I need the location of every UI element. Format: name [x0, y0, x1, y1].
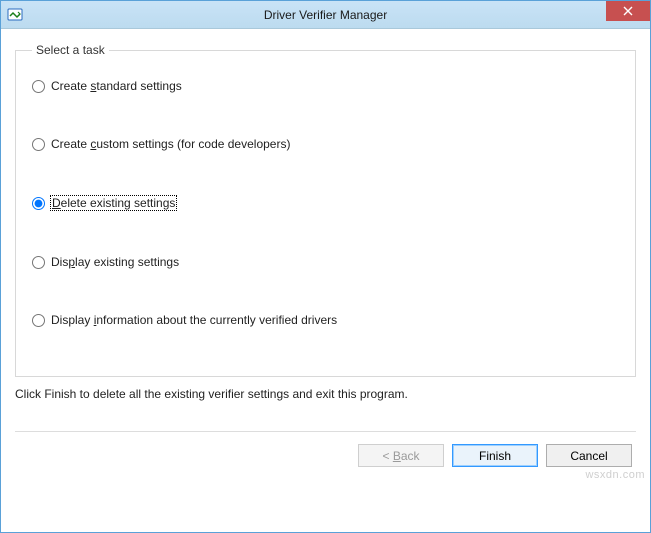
radio-display-info[interactable]: Display information about the currently … — [32, 313, 619, 327]
finish-button[interactable]: Finish — [452, 444, 538, 467]
radio-display-existing[interactable]: Display existing settings — [32, 255, 619, 269]
close-icon — [623, 6, 633, 16]
radio-create-standard-label: Create standard settings — [51, 79, 182, 93]
radio-delete-existing-label: Delete existing settings — [50, 195, 177, 211]
close-button[interactable] — [606, 1, 650, 21]
cancel-button[interactable]: Cancel — [546, 444, 632, 467]
radio-create-custom-label: Create custom settings (for code develop… — [51, 137, 290, 151]
group-legend: Select a task — [32, 43, 109, 57]
titlebar: Driver Verifier Manager — [1, 1, 650, 29]
radio-create-custom[interactable]: Create custom settings (for code develop… — [32, 137, 619, 151]
radio-display-existing-input[interactable] — [32, 256, 45, 269]
window: Driver Verifier Manager Select a task Cr… — [0, 0, 651, 533]
app-icon — [7, 7, 23, 23]
window-title: Driver Verifier Manager — [1, 8, 650, 22]
radio-create-custom-input[interactable] — [32, 138, 45, 151]
watermark: wsxdn.com — [585, 469, 645, 481]
radio-delete-existing[interactable]: Delete existing settings — [32, 195, 619, 211]
button-row: < Back Finish Cancel — [15, 432, 636, 467]
hint-text: Click Finish to delete all the existing … — [15, 387, 636, 401]
radio-display-info-label: Display information about the currently … — [51, 313, 337, 327]
radio-display-existing-label: Display existing settings — [51, 255, 179, 269]
radio-create-standard[interactable]: Create standard settings — [32, 79, 619, 93]
radio-delete-existing-input[interactable] — [32, 197, 45, 210]
task-group: Select a task Create standard settings C… — [15, 43, 636, 377]
back-button: < Back — [358, 444, 444, 467]
client-area: Select a task Create standard settings C… — [1, 29, 650, 532]
radio-create-standard-input[interactable] — [32, 80, 45, 93]
radio-display-info-input[interactable] — [32, 314, 45, 327]
